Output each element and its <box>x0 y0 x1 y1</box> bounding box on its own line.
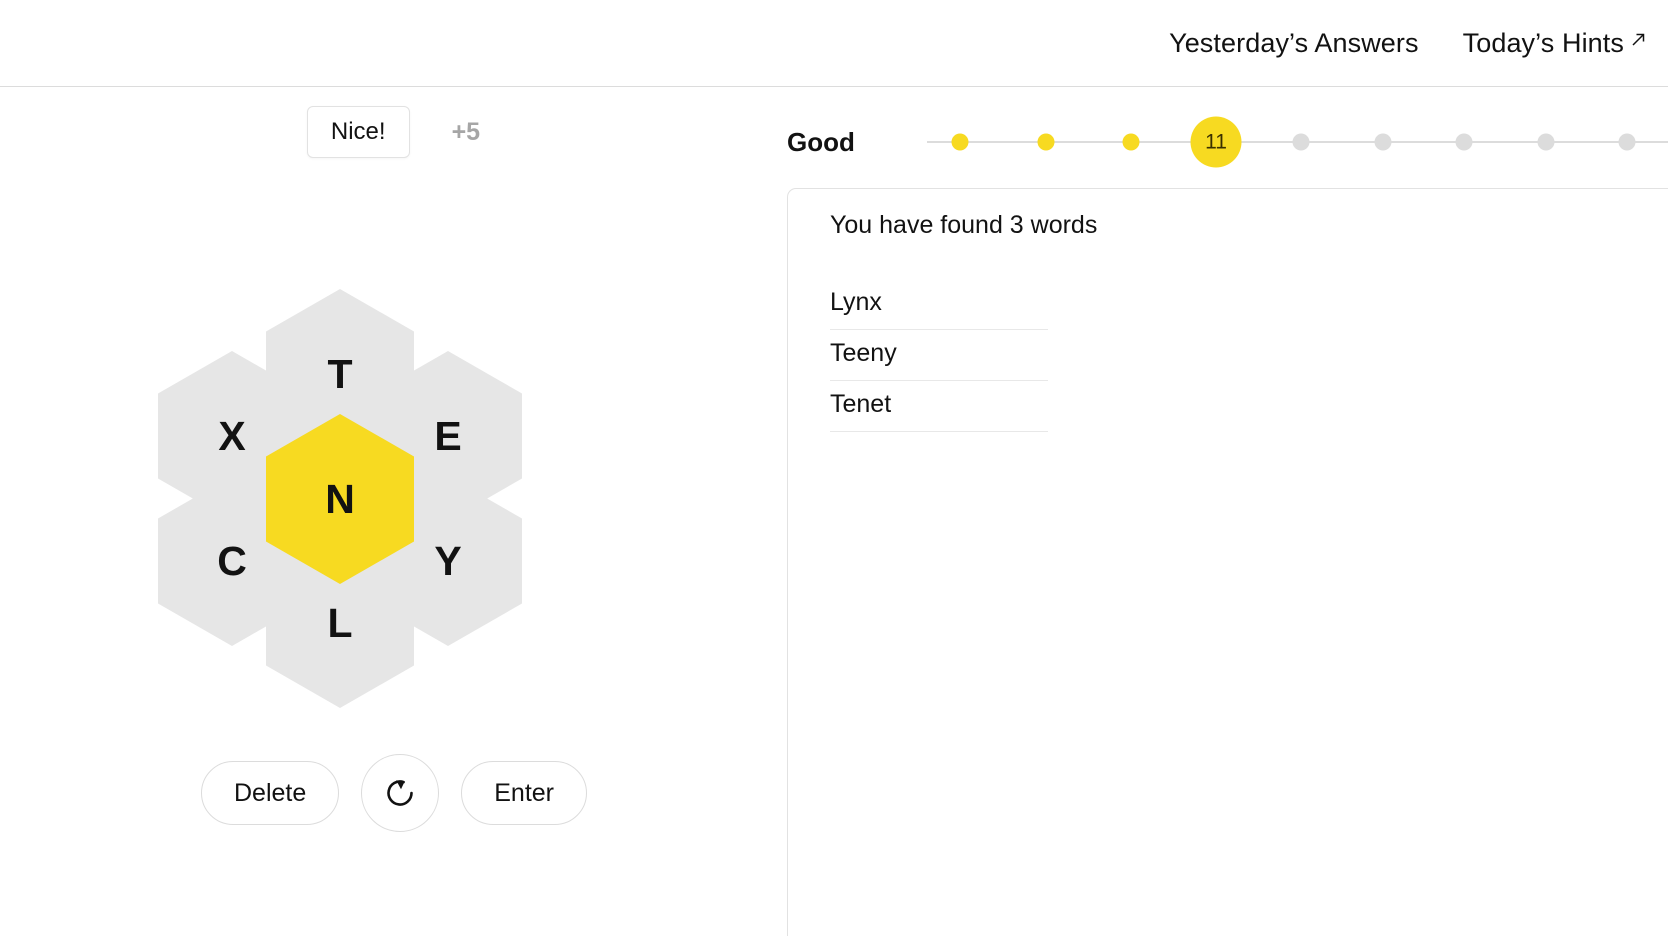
game-column: Nice! +5 X T E C Y L N Delete Enter <box>0 87 787 936</box>
todays-hints-link[interactable]: Today’s Hints <box>1463 28 1646 59</box>
rank-progress-row: Good 11 <box>787 107 1668 177</box>
found-word-item: Lynx <box>830 279 1048 330</box>
shuffle-refresh-icon <box>381 774 419 812</box>
rank-dot-2[interactable] <box>1037 133 1055 151</box>
status-message: Nice! <box>306 106 410 158</box>
found-words-count: You have found 3 words <box>830 211 1098 239</box>
progress-track: 11 <box>927 116 1668 168</box>
enter-button[interactable]: Enter <box>461 761 588 825</box>
rank-dot-7[interactable] <box>1455 133 1473 151</box>
found-word-item: Teeny <box>830 330 1048 381</box>
header-nav: Yesterday’s Answers Today’s Hints <box>1169 0 1668 86</box>
hive: X T E C Y L N <box>140 283 540 715</box>
rank-dot-6[interactable] <box>1374 133 1392 151</box>
found-word-item: Tenet <box>830 381 1048 432</box>
yesterdays-answers-label: Yesterday’s Answers <box>1169 27 1419 58</box>
external-link-icon <box>1631 32 1646 47</box>
message-row: Nice! +5 <box>0 102 787 162</box>
app-header: Yesterday’s Answers Today’s Hints <box>0 0 1668 87</box>
rank-dot-8[interactable] <box>1537 133 1555 151</box>
found-words-panel: You have found 3 words Lynx Teeny Tenet <box>787 188 1668 936</box>
yesterdays-answers-link[interactable]: Yesterday’s Answers <box>1169 28 1419 59</box>
hive-cell-center[interactable]: N <box>266 414 414 584</box>
rank-dot-current[interactable]: 11 <box>1190 116 1242 168</box>
shuffle-button[interactable] <box>361 754 440 832</box>
rank-label: Good <box>787 126 855 157</box>
score-delta-badge: +5 <box>451 117 481 146</box>
rank-dot-5[interactable] <box>1292 133 1310 151</box>
rank-dot-3[interactable] <box>1122 133 1140 151</box>
hive-letter-center: N <box>325 475 355 522</box>
todays-hints-label: Today’s Hints <box>1462 27 1624 58</box>
right-column: Good 11 You have found 3 words Lynx Teen… <box>787 87 1668 936</box>
found-words-list: Lynx Teeny Tenet <box>830 279 1048 432</box>
delete-button[interactable]: Delete <box>200 761 340 825</box>
rank-dot-9[interactable] <box>1618 133 1636 151</box>
hive-container: X T E C Y L N <box>0 283 787 715</box>
rank-dot-1[interactable] <box>951 133 969 151</box>
game-controls: Delete Enter <box>0 754 787 832</box>
